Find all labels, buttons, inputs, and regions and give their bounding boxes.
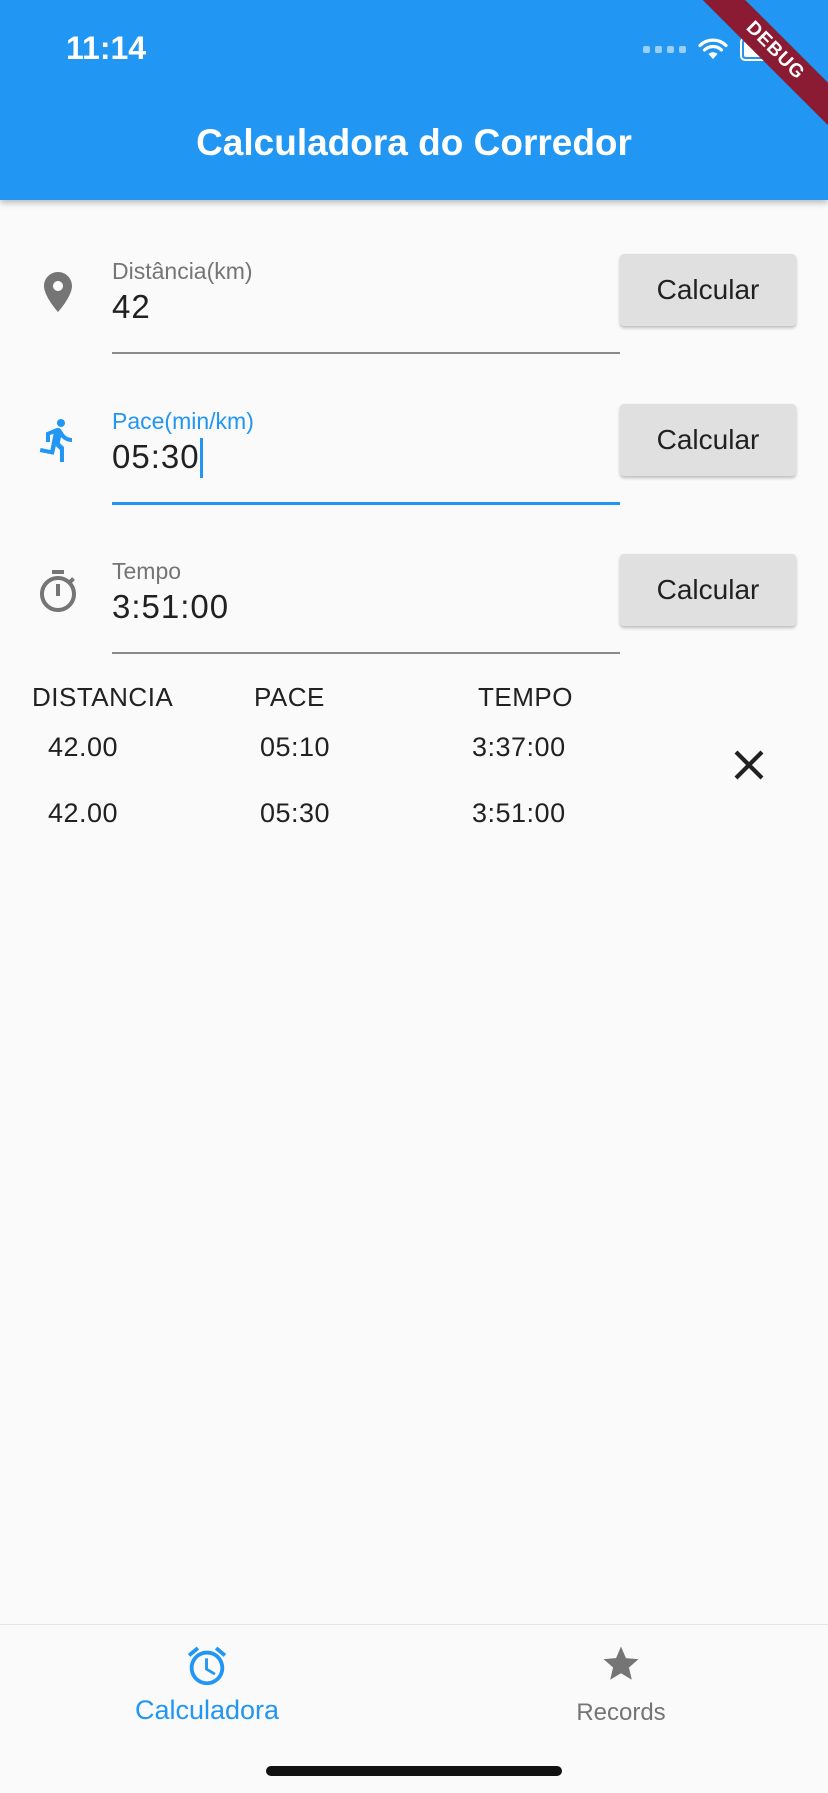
debug-banner: DEBUG <box>690 0 828 136</box>
header-distance: DISTANCIA <box>32 682 174 712</box>
time-field[interactable]: Tempo <box>112 558 620 658</box>
calculate-pace-button[interactable]: Calcular <box>620 404 796 476</box>
location-pin-icon <box>44 272 72 312</box>
table-cell-time: 3:51:00 <box>472 798 566 828</box>
time-underline <box>112 652 620 654</box>
nav-item-calculadora[interactable]: Calculadora <box>0 1625 414 1745</box>
header-time: TEMPO <box>478 682 573 712</box>
time-input[interactable] <box>112 584 612 630</box>
pace-field[interactable]: Pace(min/km) <box>112 408 620 508</box>
star-icon <box>603 1646 639 1680</box>
pace-label: Pace(min/km) <box>112 408 254 434</box>
close-icon[interactable] <box>726 742 772 788</box>
app-bar: 11:14 DEBUG Calculadora do Corredor <box>0 0 828 200</box>
nav-item-records[interactable]: Records <box>414 1625 828 1745</box>
pace-row: Pace(min/km) Calcular <box>0 404 828 514</box>
text-cursor <box>200 438 203 478</box>
header-pace: PACE <box>254 682 325 712</box>
distance-field[interactable]: Distância(km) <box>112 258 620 358</box>
time-row: Tempo Calcular <box>0 554 828 664</box>
status-time: 11:14 <box>66 30 147 66</box>
alarm-clock-icon <box>187 1646 227 1686</box>
table-cell-distance: 42.00 <box>48 732 119 762</box>
cellular-signal-icon <box>643 45 686 53</box>
table-cell-pace: 05:10 <box>260 732 331 762</box>
nav-label-calculadora: Calculadora <box>134 1695 280 1725</box>
home-indicator <box>266 1766 562 1776</box>
distance-row: Distância(km) Calcular <box>0 254 828 364</box>
distance-label: Distância(km) <box>112 258 253 284</box>
distance-input[interactable] <box>112 284 612 330</box>
nav-label-records: Records <box>576 1699 666 1726</box>
calculate-distance-button[interactable]: Calcular <box>620 254 796 326</box>
pace-underline <box>112 502 620 505</box>
running-person-icon <box>39 418 72 462</box>
wifi-icon <box>698 38 728 59</box>
stopwatch-icon <box>40 570 76 612</box>
distance-underline <box>112 352 620 354</box>
table-cell-distance: 42.00 <box>48 798 119 828</box>
table-cell-time: 3:37:00 <box>472 732 566 762</box>
table-cell-pace: 05:30 <box>260 798 331 828</box>
time-label: Tempo <box>112 558 182 584</box>
calculate-time-button[interactable]: Calcular <box>620 554 796 626</box>
pace-input[interactable] <box>112 434 612 480</box>
page-title: Calculadora do Corredor <box>196 122 632 163</box>
